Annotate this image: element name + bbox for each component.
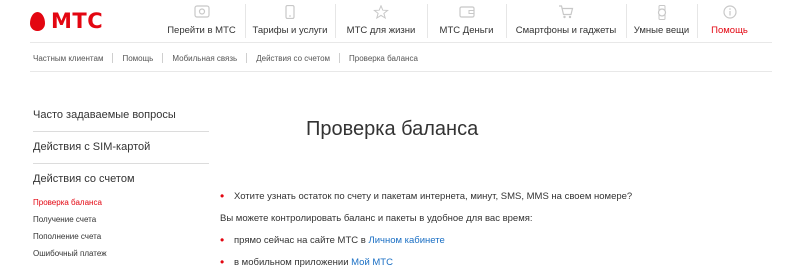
- breadcrumb-item[interactable]: Мобильная связь: [172, 54, 237, 63]
- sidebar-subitem-wrong-payment[interactable]: Ошибочный платеж: [33, 245, 209, 262]
- breadcrumb-separator: [162, 53, 164, 63]
- list-item: • Хотите узнать остаток по счету и пакет…: [220, 190, 632, 202]
- sidebar-item-label: Действия с SIM-картой: [33, 141, 151, 153]
- my-mts-app-link[interactable]: Мой МТС: [351, 257, 393, 267]
- transfer-icon: [193, 5, 210, 19]
- cart-icon: [558, 5, 574, 19]
- mts-egg-icon: [30, 11, 45, 31]
- nav-label: Помощь: [711, 25, 748, 36]
- breadcrumb-separator: [246, 53, 248, 63]
- sidebar-subitem-topup[interactable]: Пополнение счета: [33, 228, 209, 245]
- paragraph: Вы можете контролировать баланс и пакеты…: [220, 213, 533, 224]
- breadcrumb-separator: [339, 53, 341, 63]
- phone-icon: [282, 4, 298, 20]
- sidebar-item-sim-card[interactable]: Действия с SIM-картой: [33, 132, 209, 164]
- page-title: Проверка баланса: [306, 118, 479, 140]
- nav-item-smart-things[interactable]: Умные вещи: [626, 0, 697, 42]
- breadcrumb-separator: [112, 53, 114, 63]
- breadcrumb-item[interactable]: Помощь: [122, 54, 153, 63]
- nav-label: МТС Деньги: [439, 25, 494, 36]
- breadcrumb-item[interactable]: Действия со счетом: [256, 54, 330, 63]
- breadcrumb-current: Проверка баланса: [349, 53, 418, 63]
- sidebar-subitem-invoice[interactable]: Получение счета: [33, 211, 209, 228]
- nav-item-help[interactable]: Помощь: [697, 0, 762, 42]
- nav-item-money[interactable]: МТС Деньги: [427, 0, 506, 42]
- main-content: • Хотите узнать остаток по счету и пакет…: [220, 190, 632, 267]
- header-divider: [30, 42, 772, 43]
- info-icon: [722, 5, 738, 19]
- list-item-text: Хотите узнать остаток по счету и пакетам…: [234, 190, 633, 202]
- main-nav: Перейти в МТС Тарифы и услуги МТС для жи…: [158, 0, 762, 42]
- bullet-icon: •: [220, 255, 225, 267]
- nav-label: Перейти в МТС: [167, 25, 236, 36]
- nav-label: МТС для жизни: [346, 25, 416, 36]
- personal-account-link[interactable]: Личном кабинете: [368, 235, 444, 246]
- breadcrumb-divider: [30, 71, 772, 72]
- mts-logo[interactable]: МТС: [30, 9, 103, 33]
- sidebar-item-label: Действия со счетом: [33, 173, 135, 185]
- sidebar-item-label: Часто задаваемые вопросы: [33, 109, 176, 121]
- breadcrumb: Частным клиентам Помощь Мобильная связь …: [33, 53, 418, 63]
- nav-item-life[interactable]: МТС для жизни: [335, 0, 427, 42]
- list-item: • в мобильном приложении Мой МТС: [220, 256, 632, 267]
- bullet-icon: •: [220, 233, 225, 247]
- sidebar-item-account[interactable]: Действия со счетом: [33, 164, 209, 194]
- nav-item-tariffs[interactable]: Тарифы и услуги: [245, 0, 335, 42]
- watch-icon: [654, 5, 670, 20]
- nav-label: Смартфоны и гаджеты: [515, 25, 617, 36]
- star-icon: [373, 4, 389, 20]
- nav-label: Умные вещи: [633, 25, 690, 36]
- bullet-icon: •: [220, 189, 225, 203]
- list-item: • прямо сейчас на сайте МТС в Личном каб…: [220, 234, 632, 246]
- logo-text: МТС: [51, 9, 104, 33]
- nav-label: Тарифы и услуги: [252, 25, 328, 36]
- breadcrumb-item[interactable]: Частным клиентам: [33, 54, 103, 63]
- sidebar: Часто задаваемые вопросы Действия с SIM-…: [33, 100, 209, 262]
- nav-item-gadgets[interactable]: Смартфоны и гаджеты: [506, 0, 626, 42]
- header: МТС Перейти в МТС Тарифы и услуги МТС дл…: [0, 0, 785, 42]
- sidebar-item-faq[interactable]: Часто задаваемые вопросы: [33, 100, 209, 132]
- list-item-text: в мобильном приложении: [234, 256, 352, 267]
- sidebar-subitem-balance[interactable]: Проверка баланса: [33, 194, 209, 211]
- wallet-icon: [458, 5, 475, 19]
- nav-item-transfer[interactable]: Перейти в МТС: [158, 0, 245, 42]
- list-item-text: прямо сейчас на сайте МТС в: [234, 234, 369, 246]
